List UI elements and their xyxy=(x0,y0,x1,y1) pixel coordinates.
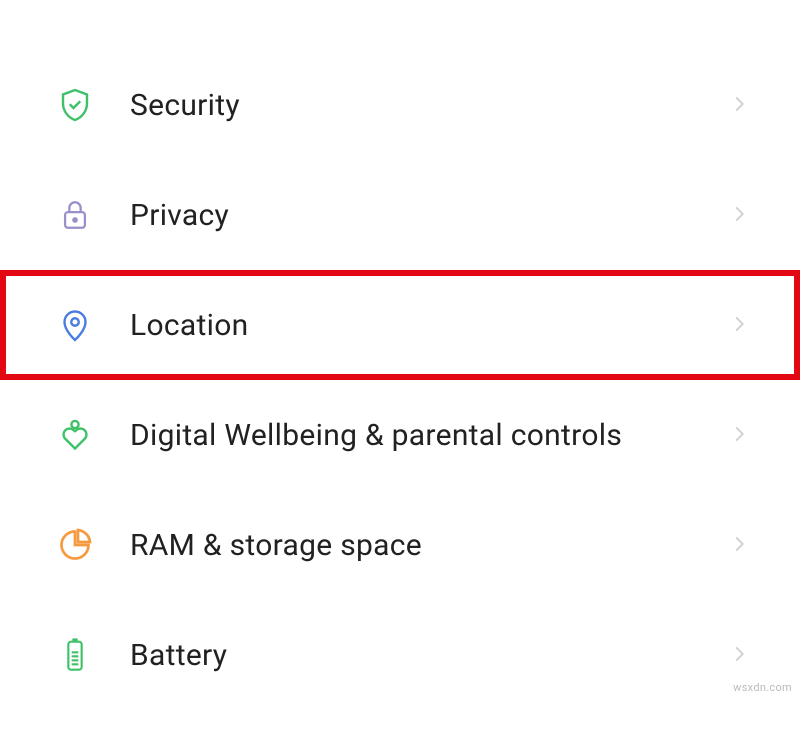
chevron-right-icon xyxy=(730,535,750,555)
watermark-text: wsxdn.com xyxy=(733,681,792,694)
settings-item-ram-storage[interactable]: RAM & storage space xyxy=(0,490,800,600)
settings-list: Security Privacy Lo xyxy=(0,0,800,710)
settings-item-label: Security xyxy=(130,88,730,123)
chevron-right-icon xyxy=(730,315,750,335)
settings-item-digital-wellbeing[interactable]: Digital Wellbeing & parental controls xyxy=(0,380,800,490)
settings-item-location[interactable]: Location xyxy=(0,270,800,380)
settings-item-label: Digital Wellbeing & parental controls xyxy=(130,418,730,453)
chevron-right-icon xyxy=(730,95,750,115)
settings-item-label: Location xyxy=(130,308,730,343)
chevron-right-icon xyxy=(730,425,750,445)
settings-item-security[interactable]: Security xyxy=(0,50,800,160)
battery-icon xyxy=(55,635,95,675)
chevron-right-icon xyxy=(730,205,750,225)
settings-item-label: Battery xyxy=(130,638,730,673)
chevron-right-icon xyxy=(730,645,750,665)
shield-check-icon xyxy=(55,85,95,125)
settings-item-label: Privacy xyxy=(130,198,730,233)
lock-icon xyxy=(55,195,95,235)
wellbeing-icon xyxy=(55,415,95,455)
settings-item-privacy[interactable]: Privacy xyxy=(0,160,800,270)
location-pin-icon xyxy=(55,305,95,345)
pie-chart-icon xyxy=(55,525,95,565)
settings-item-battery[interactable]: Battery xyxy=(0,600,800,710)
settings-item-label: RAM & storage space xyxy=(130,528,730,563)
